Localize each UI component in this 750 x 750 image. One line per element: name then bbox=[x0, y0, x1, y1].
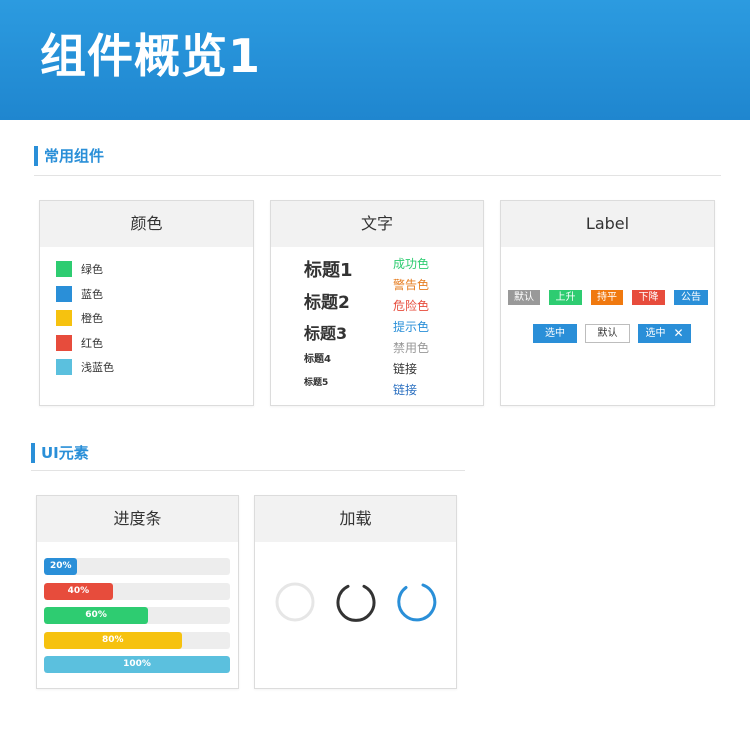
heading-samples: 标题1 标题2 标题3 标题4 标题5 bbox=[304, 259, 353, 395]
loading-card: 加载 bbox=[254, 495, 457, 689]
color-item-light-blue: 浅蓝色 bbox=[56, 355, 114, 380]
color-label: 橙色 bbox=[81, 312, 103, 326]
spinner-light-icon bbox=[275, 582, 315, 622]
progress-card: 进度条 20% 40% 60% 80% 100% bbox=[36, 495, 239, 689]
heading-5: 标题5 bbox=[304, 378, 329, 388]
heading-4: 标题4 bbox=[304, 354, 331, 365]
label-card: Label 默认 上升 持平 下降 公告 选中 默认 选中 ✕ bbox=[500, 200, 715, 406]
progress-fill: 60% bbox=[44, 607, 149, 624]
page-header: 组件概览1 bbox=[0, 0, 750, 120]
tag-row: 默认 上升 持平 下降 公告 bbox=[508, 290, 717, 305]
heading-1: 标题1 bbox=[304, 260, 353, 281]
tag-flat: 持平 bbox=[591, 290, 623, 305]
color-swatch bbox=[56, 359, 72, 376]
progress-bar: 20% bbox=[44, 558, 230, 575]
color-swatch bbox=[56, 334, 72, 351]
text-disabled: 禁用色 bbox=[393, 341, 430, 355]
color-label: 蓝色 bbox=[81, 287, 103, 301]
color-list: 绿色 蓝色 橙色 红色 浅蓝色 bbox=[56, 257, 114, 380]
progress-fill: 80% bbox=[44, 631, 182, 649]
progress-fill: 40% bbox=[44, 582, 113, 600]
progress-bar: 40% bbox=[44, 582, 230, 600]
progress-fill: 100% bbox=[44, 656, 230, 673]
progress-card-title: 进度条 bbox=[37, 496, 238, 542]
label-card-title: Label bbox=[501, 201, 714, 247]
progress-bar: 80% bbox=[44, 631, 230, 649]
progress-list: 20% 40% 60% 80% 100% bbox=[44, 558, 230, 681]
chip-row: 选中 默认 选中 ✕ bbox=[533, 324, 699, 343]
colors-card-title: 颜色 bbox=[40, 201, 253, 247]
text-success: 成功色 bbox=[393, 257, 430, 271]
color-label: 绿色 bbox=[81, 263, 103, 277]
tag-up: 上升 bbox=[549, 290, 582, 305]
colors-card: 颜色 绿色 蓝色 橙色 红色 浅蓝色 bbox=[39, 200, 254, 406]
section-title-common: 常用组件 bbox=[34, 146, 104, 166]
spinner-dark-icon bbox=[336, 584, 376, 622]
chip-label: 选中 bbox=[645, 328, 666, 339]
text-card: 文字 标题1 标题2 标题3 标题4 标题5 成功色 警告色 危险色 提示色 禁… bbox=[270, 200, 484, 406]
section-title-ui: UI元素 bbox=[31, 443, 89, 463]
link-text-blue[interactable]: 链接 bbox=[393, 381, 429, 402]
text-danger: 危险色 bbox=[393, 299, 430, 313]
chip-selected-closable[interactable]: 选中 ✕ bbox=[638, 324, 691, 343]
progress-bar: 60% bbox=[44, 607, 230, 624]
chip-default[interactable]: 默认 bbox=[585, 324, 630, 343]
color-swatch bbox=[56, 285, 72, 302]
color-item-blue: 蓝色 bbox=[56, 282, 114, 307]
progress-bar: 100% bbox=[44, 656, 230, 673]
heading-2: 标题2 bbox=[304, 293, 350, 313]
section-divider bbox=[31, 470, 465, 471]
text-info: 提示色 bbox=[393, 320, 430, 334]
loading-card-title: 加载 bbox=[255, 496, 456, 542]
page-title: 组件概览1 bbox=[40, 29, 262, 83]
color-swatch bbox=[56, 261, 72, 278]
section-divider bbox=[34, 175, 721, 176]
color-label: 红色 bbox=[81, 336, 103, 350]
link-text[interactable]: 链接 bbox=[393, 360, 429, 381]
color-item-green: 绿色 bbox=[56, 257, 114, 282]
text-color-samples: 成功色 警告色 危险色 提示色 禁用色 链接 链接 bbox=[393, 255, 429, 402]
color-swatch bbox=[56, 310, 72, 327]
text-card-title: 文字 bbox=[271, 201, 483, 247]
tag-default: 默认 bbox=[508, 290, 540, 305]
color-item-red: 红色 bbox=[56, 331, 114, 356]
color-label: 浅蓝色 bbox=[81, 361, 114, 375]
tag-down: 下降 bbox=[632, 290, 665, 305]
tag-notice: 公告 bbox=[674, 290, 708, 305]
spinner-blue-icon bbox=[397, 583, 437, 622]
progress-fill: 20% bbox=[44, 558, 78, 575]
chip-selected[interactable]: 选中 bbox=[533, 324, 577, 343]
color-item-orange: 橙色 bbox=[56, 306, 114, 331]
close-icon[interactable]: ✕ bbox=[673, 324, 683, 343]
text-warning: 警告色 bbox=[393, 278, 430, 292]
heading-3: 标题3 bbox=[304, 324, 348, 343]
